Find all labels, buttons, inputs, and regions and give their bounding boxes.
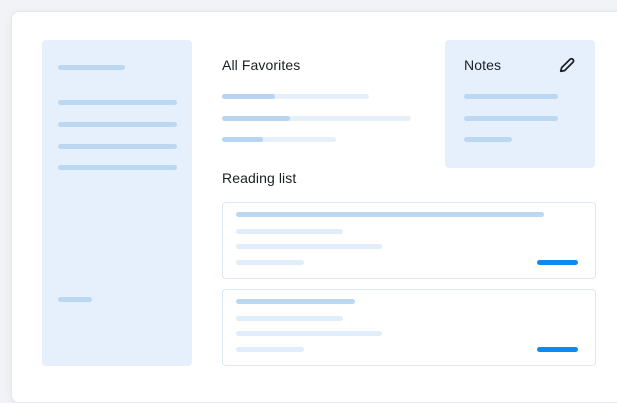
card-line: [236, 316, 343, 321]
notes-title: Notes: [464, 57, 502, 73]
favorites-title: All Favorites: [222, 57, 301, 73]
card-line: [236, 229, 343, 234]
card-action-indicator[interactable]: [537, 260, 578, 265]
card-line: [236, 244, 382, 249]
card-line: [236, 347, 304, 352]
notes-line: [464, 116, 558, 121]
sidebar-item[interactable]: [58, 165, 177, 170]
sidebar: [42, 40, 192, 366]
pencil-icon[interactable]: [557, 55, 577, 75]
favorite-progress-fill: [222, 94, 275, 99]
favorite-progress-fill: [222, 116, 290, 121]
sidebar-item[interactable]: [58, 144, 177, 149]
notes-line: [464, 94, 558, 99]
sidebar-footer-item[interactable]: [58, 297, 92, 302]
favorite-progress-fill: [222, 137, 263, 142]
reading-list-title: Reading list: [222, 170, 297, 186]
card-action-indicator[interactable]: [537, 347, 578, 352]
card-line: [236, 331, 382, 336]
card-line: [236, 260, 304, 265]
card-title-placeholder: [236, 299, 355, 304]
sidebar-header-placeholder: [58, 65, 125, 70]
notes-line: [464, 137, 512, 142]
sidebar-item[interactable]: [58, 100, 177, 105]
card-title-placeholder: [236, 212, 544, 217]
sidebar-item[interactable]: [58, 122, 177, 127]
